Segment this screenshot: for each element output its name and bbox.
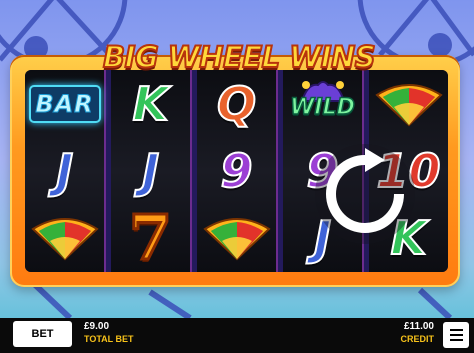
reel-3-symbol-1: Q: [197, 70, 276, 137]
reel-3: Q 9: [197, 70, 278, 272]
bet-button[interactable]: BET: [13, 321, 72, 347]
symbol-j: J: [55, 143, 74, 198]
reel-5-symbol-1: [369, 70, 448, 137]
reel-3-symbol-3: [197, 204, 276, 271]
total-bet-label: TOTAL BET: [84, 334, 134, 344]
menu-line: [449, 329, 463, 331]
game-title: BIG WHEEL WINS: [102, 39, 377, 75]
reel-3-symbol-2: 9: [197, 137, 276, 204]
wheel-segment-icon: [202, 217, 271, 260]
refresh-icon[interactable]: [313, 142, 417, 246]
reel-2-symbol-3: 7: [111, 204, 190, 271]
reel-2-symbol-2: J: [111, 137, 190, 204]
reel-2-symbol-1: K: [111, 70, 190, 137]
symbol-wild: WILD: [286, 79, 360, 129]
wheel-segment-icon: [30, 217, 99, 260]
symbol-j: J: [141, 143, 160, 198]
symbol-k: K: [132, 76, 170, 131]
symbol-wild-label: WILD: [289, 94, 355, 121]
menu-line: [449, 334, 463, 336]
symbol-bar-label: BAR: [35, 89, 94, 118]
total-bet-value: £9.00: [84, 321, 110, 332]
reel-1-symbol-2: J: [25, 137, 104, 204]
credit-label: CREDIT: [400, 334, 435, 344]
reel-1-symbol-1: BAR: [25, 70, 104, 137]
reel-1: BAR J: [25, 70, 106, 272]
reel-1-symbol-3: [25, 204, 104, 271]
wheel-segment-icon: [374, 83, 443, 126]
reel-4-symbol-1: WILD: [283, 70, 362, 137]
symbol-9: 9: [219, 143, 253, 198]
symbol-seven: 7: [127, 200, 173, 272]
symbol-bar: BAR: [28, 84, 101, 123]
reel-2: K J 7: [111, 70, 192, 272]
symbol-q: Q: [216, 76, 257, 131]
hamburger-menu-icon[interactable]: [443, 322, 469, 348]
credit-value: £11.00: [403, 321, 434, 332]
menu-line: [449, 339, 463, 341]
